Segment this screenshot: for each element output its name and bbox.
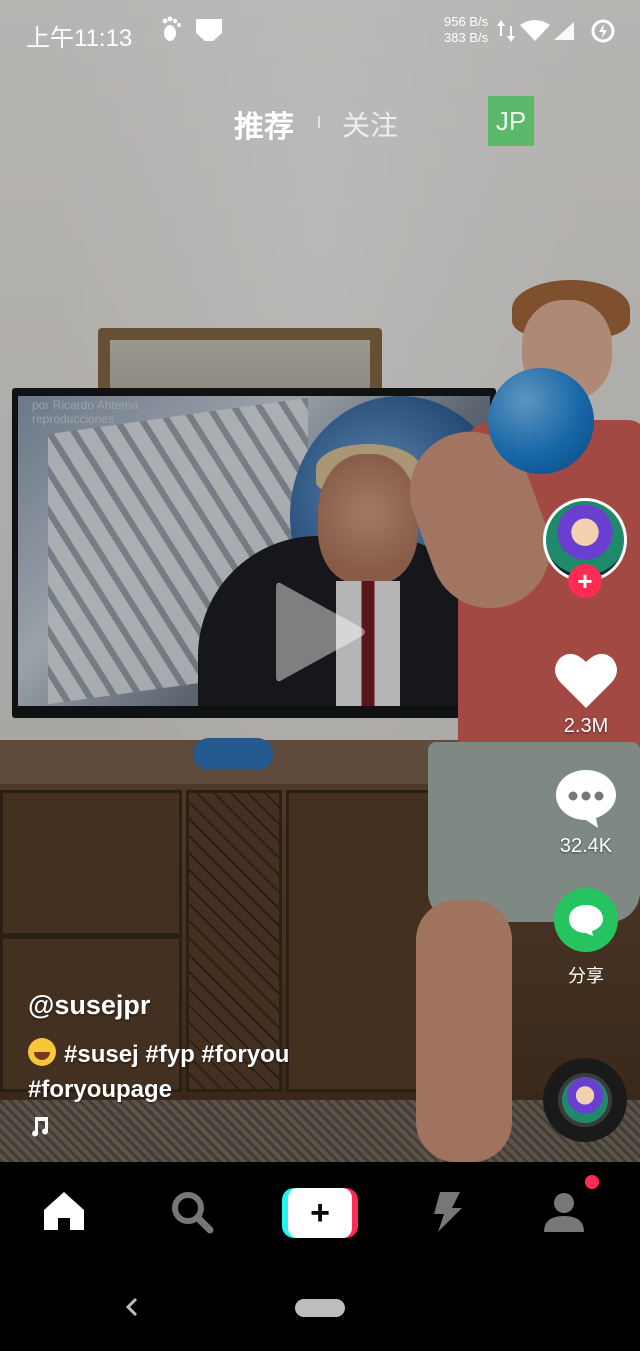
tab-divider bbox=[318, 116, 320, 128]
hashtags-line1[interactable]: #susej #fyp #foryou bbox=[64, 1041, 289, 1068]
share-icon bbox=[554, 888, 618, 952]
notification-app-icon bbox=[194, 16, 224, 49]
clock: 上午11:13 bbox=[26, 25, 133, 52]
home-pill[interactable] bbox=[295, 1299, 345, 1317]
notification-dot bbox=[585, 1175, 599, 1189]
music-disc-cover bbox=[562, 1077, 608, 1123]
network-speed: 956 B/s 383 B/s bbox=[444, 14, 489, 45]
like-button[interactable]: 2.3M bbox=[548, 650, 624, 738]
like-count: 2.3M bbox=[563, 715, 609, 737]
footprint-icon bbox=[160, 16, 184, 49]
share-label: 分享 bbox=[568, 966, 604, 986]
comment-button[interactable]: 32.4K bbox=[548, 768, 624, 858]
profile-icon[interactable] bbox=[542, 1190, 586, 1239]
tab-recommended[interactable]: 推荐 bbox=[234, 102, 294, 146]
play-icon[interactable] bbox=[272, 576, 368, 693]
comment-count: 32.4K bbox=[559, 835, 613, 857]
laughing-emoji-icon bbox=[28, 1038, 56, 1066]
system-nav-bar bbox=[0, 1267, 640, 1351]
hashtags-line2[interactable]: #foryoupage bbox=[28, 1076, 172, 1103]
follow-plus-button[interactable]: + bbox=[568, 564, 602, 598]
music-disc[interactable] bbox=[543, 1058, 627, 1142]
create-plus-icon[interactable]: + bbox=[282, 1188, 358, 1238]
music-note-icon[interactable] bbox=[28, 1115, 508, 1142]
bottom-nav: + bbox=[0, 1162, 640, 1267]
cellular-signal-icon bbox=[552, 20, 576, 47]
status-bar: 上午11:13 956 B/s 383 B/s bbox=[0, 0, 640, 64]
data-transfer-icon bbox=[496, 18, 516, 49]
jp-badge[interactable]: JP bbox=[488, 96, 534, 146]
wifi-icon bbox=[520, 20, 550, 47]
comment-icon bbox=[556, 770, 616, 828]
username[interactable]: @susejpr bbox=[28, 990, 508, 1021]
back-icon[interactable] bbox=[122, 1293, 142, 1326]
lightning-icon[interactable] bbox=[430, 1190, 464, 1239]
description: #susej #fyp #foryou #foryoupage bbox=[28, 1037, 508, 1107]
search-icon[interactable] bbox=[170, 1190, 214, 1239]
video-caption: @susejpr #susej #fyp #foryou #foryoupage bbox=[28, 990, 508, 1142]
share-button[interactable]: 分享 bbox=[548, 888, 624, 988]
tab-following[interactable]: 关注 bbox=[342, 104, 398, 144]
feed-tabs: 推荐 关注 JP bbox=[0, 92, 640, 152]
battery-saver-icon bbox=[590, 18, 616, 49]
home-icon[interactable] bbox=[42, 1190, 86, 1237]
heart-icon bbox=[555, 653, 617, 708]
